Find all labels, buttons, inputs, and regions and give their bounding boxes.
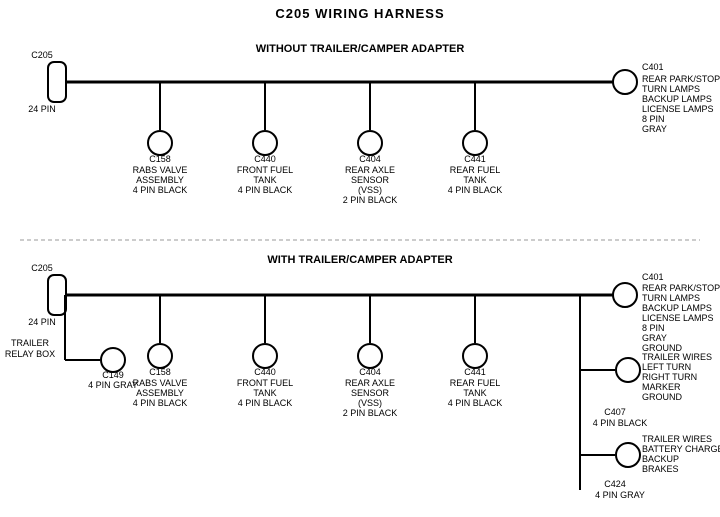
s2-c205-pins: 24 PIN [28,317,56,327]
s1-c440-pins: 4 PIN BLACK [238,185,293,195]
s1-c158-desc1: RABS VALVE [133,165,188,175]
s2-c149-pins: 4 PIN GRAY [88,380,138,390]
s2-c158-pins: 4 PIN BLACK [133,398,188,408]
s2-c404-desc3: (VSS) [358,398,382,408]
s2-c205-label: C205 [31,263,53,273]
s2-c401-color: GRAY [642,333,667,343]
s2-c424-pins: 4 PIN GRAY [595,490,645,500]
s1-c440-name: C440 [254,154,276,164]
s1-c404-desc3: (VSS) [358,185,382,195]
s1-c441-desc2: TANK [463,175,486,185]
diagram-container: C205 WIRING HARNESS WITHOUT TRAILER/CAMP… [0,0,720,517]
wiring-diagram: WITHOUT TRAILER/CAMPER ADAPTER C205 24 P… [0,0,720,517]
s1-c441-name: C441 [464,154,486,164]
s2-c440-desc2: TANK [253,388,276,398]
s2-c440-pins: 4 PIN BLACK [238,398,293,408]
s2-c424-func2: BATTERY CHARGE [642,444,720,454]
s2-c401-label: C401 [642,272,664,282]
s1-c158-pins: 4 PIN BLACK [133,185,188,195]
s2-c424-func1: TRAILER WIRES [642,434,712,444]
s2-c158-desc1: RABS VALVE [133,378,188,388]
s1-c441-pins: 4 PIN BLACK [448,185,503,195]
s1-c401-func4: LICENSE LAMPS [642,104,714,114]
s2-c441-desc1: REAR FUEL [450,378,501,388]
s2-c424-name: C424 [604,479,626,489]
section2-title: WITH TRAILER/CAMPER ADAPTER [267,254,452,266]
s2-c407-name: C407 [604,407,626,417]
s2-trailer-relay-label2: RELAY BOX [5,349,55,359]
s2-c158-desc2: ASSEMBLY [136,388,184,398]
s2-c401-pins: 8 PIN [642,323,665,333]
s2-c401-func2: TURN LAMPS [642,293,700,303]
s1-c404-name: C404 [359,154,381,164]
s1-c158-name: C158 [149,154,171,164]
s2-c441-desc2: TANK [463,388,486,398]
s2-c407-func1: TRAILER WIRES [642,352,712,362]
s1-c440-desc2: TANK [253,175,276,185]
s1-c158-desc2: ASSEMBLY [136,175,184,185]
s1-c404-pins: 2 PIN BLACK [343,195,398,205]
s2-c158-name: C158 [149,367,171,377]
s2-c424-func4: BRAKES [642,464,679,474]
s2-c401-func4: LICENSE LAMPS [642,313,714,323]
s2-c407-pins: 4 PIN BLACK [593,418,648,428]
s1-c401-label: C401 [642,62,664,72]
s2-c404-desc2: SENSOR [351,388,390,398]
s2-c441-name: C441 [464,367,486,377]
s1-c401-color: GRAY [642,124,667,134]
s1-c205-pins: 24 PIN [28,104,56,114]
s2-c407-func2: LEFT TURN [642,362,691,372]
s1-c401-func1: REAR PARK/STOP [642,74,720,84]
s2-c404-desc1: REAR AXLE [345,378,395,388]
s2-c440-name: C440 [254,367,276,377]
s1-c404-desc1: REAR AXLE [345,165,395,175]
s2-c404-name: C404 [359,367,381,377]
s2-c407-func4: MARKER [642,382,681,392]
s1-c401-func3: BACKUP LAMPS [642,94,712,104]
s1-c401-pins: 8 PIN [642,114,665,124]
s2-c424-func3: BACKUP [642,454,679,464]
s2-c149-name: C149 [102,370,124,380]
s1-c440-desc1: FRONT FUEL [237,165,293,175]
s2-trailer-relay-label: TRAILER [11,338,50,348]
s2-c407-func5: GROUND [642,392,682,402]
s2-c441-pins: 4 PIN BLACK [448,398,503,408]
s2-c440-desc1: FRONT FUEL [237,378,293,388]
s2-c401-func1: REAR PARK/STOP [642,283,720,293]
s1-c401-func2: TURN LAMPS [642,84,700,94]
section1-title: WITHOUT TRAILER/CAMPER ADAPTER [256,43,465,55]
s2-c404-pins: 2 PIN BLACK [343,408,398,418]
s2-c407-func3: RIGHT TURN [642,372,697,382]
s1-c205-label: C205 [31,50,53,60]
s1-c404-desc2: SENSOR [351,175,390,185]
s1-c441-desc1: REAR FUEL [450,165,501,175]
s2-c401-func3: BACKUP LAMPS [642,303,712,313]
